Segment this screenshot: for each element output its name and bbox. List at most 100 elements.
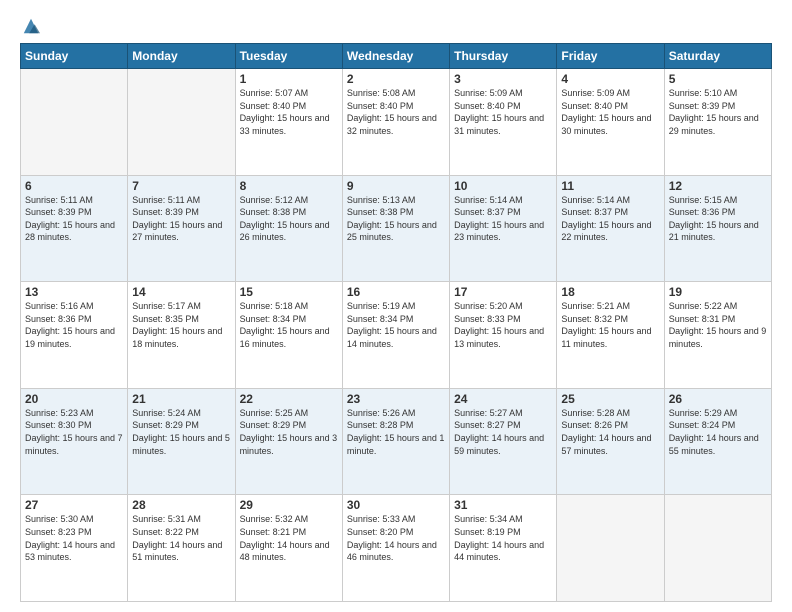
- cell-info: Sunrise: 5:25 AM Sunset: 8:29 PM Dayligh…: [240, 407, 338, 457]
- calendar-cell: 6Sunrise: 5:11 AM Sunset: 8:39 PM Daylig…: [21, 175, 128, 282]
- cell-info: Sunrise: 5:20 AM Sunset: 8:33 PM Dayligh…: [454, 300, 552, 350]
- calendar-cell: 31Sunrise: 5:34 AM Sunset: 8:19 PM Dayli…: [450, 495, 557, 602]
- calendar-cell: 20Sunrise: 5:23 AM Sunset: 8:30 PM Dayli…: [21, 388, 128, 495]
- calendar-header-monday: Monday: [128, 44, 235, 69]
- day-number: 13: [25, 285, 123, 299]
- calendar-cell: 15Sunrise: 5:18 AM Sunset: 8:34 PM Dayli…: [235, 282, 342, 389]
- day-number: 12: [669, 179, 767, 193]
- page: SundayMondayTuesdayWednesdayThursdayFrid…: [0, 0, 792, 612]
- day-number: 30: [347, 498, 445, 512]
- day-number: 15: [240, 285, 338, 299]
- calendar-cell: 21Sunrise: 5:24 AM Sunset: 8:29 PM Dayli…: [128, 388, 235, 495]
- calendar-cell: 14Sunrise: 5:17 AM Sunset: 8:35 PM Dayli…: [128, 282, 235, 389]
- calendar-cell: 5Sunrise: 5:10 AM Sunset: 8:39 PM Daylig…: [664, 69, 771, 176]
- cell-info: Sunrise: 5:15 AM Sunset: 8:36 PM Dayligh…: [669, 194, 767, 244]
- calendar-cell: 18Sunrise: 5:21 AM Sunset: 8:32 PM Dayli…: [557, 282, 664, 389]
- day-number: 6: [25, 179, 123, 193]
- calendar-week-5: 27Sunrise: 5:30 AM Sunset: 8:23 PM Dayli…: [21, 495, 772, 602]
- calendar-header-tuesday: Tuesday: [235, 44, 342, 69]
- day-number: 1: [240, 72, 338, 86]
- day-number: 21: [132, 392, 230, 406]
- calendar-cell: 9Sunrise: 5:13 AM Sunset: 8:38 PM Daylig…: [342, 175, 449, 282]
- day-number: 16: [347, 285, 445, 299]
- calendar-header-sunday: Sunday: [21, 44, 128, 69]
- cell-info: Sunrise: 5:16 AM Sunset: 8:36 PM Dayligh…: [25, 300, 123, 350]
- cell-info: Sunrise: 5:12 AM Sunset: 8:38 PM Dayligh…: [240, 194, 338, 244]
- day-number: 9: [347, 179, 445, 193]
- day-number: 28: [132, 498, 230, 512]
- day-number: 20: [25, 392, 123, 406]
- calendar-header-wednesday: Wednesday: [342, 44, 449, 69]
- calendar-cell: 24Sunrise: 5:27 AM Sunset: 8:27 PM Dayli…: [450, 388, 557, 495]
- cell-info: Sunrise: 5:14 AM Sunset: 8:37 PM Dayligh…: [454, 194, 552, 244]
- calendar-cell: 27Sunrise: 5:30 AM Sunset: 8:23 PM Dayli…: [21, 495, 128, 602]
- cell-info: Sunrise: 5:07 AM Sunset: 8:40 PM Dayligh…: [240, 87, 338, 137]
- header: [20, 15, 772, 35]
- cell-info: Sunrise: 5:29 AM Sunset: 8:24 PM Dayligh…: [669, 407, 767, 457]
- calendar-cell: 2Sunrise: 5:08 AM Sunset: 8:40 PM Daylig…: [342, 69, 449, 176]
- calendar-cell: 11Sunrise: 5:14 AM Sunset: 8:37 PM Dayli…: [557, 175, 664, 282]
- calendar-cell: 26Sunrise: 5:29 AM Sunset: 8:24 PM Dayli…: [664, 388, 771, 495]
- calendar-cell: 29Sunrise: 5:32 AM Sunset: 8:21 PM Dayli…: [235, 495, 342, 602]
- day-number: 31: [454, 498, 552, 512]
- cell-info: Sunrise: 5:11 AM Sunset: 8:39 PM Dayligh…: [25, 194, 123, 244]
- cell-info: Sunrise: 5:21 AM Sunset: 8:32 PM Dayligh…: [561, 300, 659, 350]
- cell-info: Sunrise: 5:22 AM Sunset: 8:31 PM Dayligh…: [669, 300, 767, 350]
- calendar-header-row: SundayMondayTuesdayWednesdayThursdayFrid…: [21, 44, 772, 69]
- calendar-cell: 28Sunrise: 5:31 AM Sunset: 8:22 PM Dayli…: [128, 495, 235, 602]
- cell-info: Sunrise: 5:28 AM Sunset: 8:26 PM Dayligh…: [561, 407, 659, 457]
- calendar-table: SundayMondayTuesdayWednesdayThursdayFrid…: [20, 43, 772, 602]
- day-number: 7: [132, 179, 230, 193]
- calendar-week-1: 1Sunrise: 5:07 AM Sunset: 8:40 PM Daylig…: [21, 69, 772, 176]
- calendar-cell: [664, 495, 771, 602]
- cell-info: Sunrise: 5:34 AM Sunset: 8:19 PM Dayligh…: [454, 513, 552, 563]
- calendar-cell: 1Sunrise: 5:07 AM Sunset: 8:40 PM Daylig…: [235, 69, 342, 176]
- calendar-header-saturday: Saturday: [664, 44, 771, 69]
- day-number: 18: [561, 285, 659, 299]
- day-number: 2: [347, 72, 445, 86]
- calendar-cell: 16Sunrise: 5:19 AM Sunset: 8:34 PM Dayli…: [342, 282, 449, 389]
- calendar-week-3: 13Sunrise: 5:16 AM Sunset: 8:36 PM Dayli…: [21, 282, 772, 389]
- day-number: 19: [669, 285, 767, 299]
- cell-info: Sunrise: 5:24 AM Sunset: 8:29 PM Dayligh…: [132, 407, 230, 457]
- day-number: 3: [454, 72, 552, 86]
- calendar-cell: 23Sunrise: 5:26 AM Sunset: 8:28 PM Dayli…: [342, 388, 449, 495]
- calendar-cell: 25Sunrise: 5:28 AM Sunset: 8:26 PM Dayli…: [557, 388, 664, 495]
- cell-info: Sunrise: 5:11 AM Sunset: 8:39 PM Dayligh…: [132, 194, 230, 244]
- calendar-week-4: 20Sunrise: 5:23 AM Sunset: 8:30 PM Dayli…: [21, 388, 772, 495]
- cell-info: Sunrise: 5:23 AM Sunset: 8:30 PM Dayligh…: [25, 407, 123, 457]
- calendar-cell: 19Sunrise: 5:22 AM Sunset: 8:31 PM Dayli…: [664, 282, 771, 389]
- calendar-cell: 17Sunrise: 5:20 AM Sunset: 8:33 PM Dayli…: [450, 282, 557, 389]
- calendar-cell: 3Sunrise: 5:09 AM Sunset: 8:40 PM Daylig…: [450, 69, 557, 176]
- calendar-cell: 10Sunrise: 5:14 AM Sunset: 8:37 PM Dayli…: [450, 175, 557, 282]
- calendar-cell: [557, 495, 664, 602]
- cell-info: Sunrise: 5:10 AM Sunset: 8:39 PM Dayligh…: [669, 87, 767, 137]
- cell-info: Sunrise: 5:26 AM Sunset: 8:28 PM Dayligh…: [347, 407, 445, 457]
- day-number: 29: [240, 498, 338, 512]
- day-number: 24: [454, 392, 552, 406]
- day-number: 14: [132, 285, 230, 299]
- day-number: 8: [240, 179, 338, 193]
- day-number: 25: [561, 392, 659, 406]
- cell-info: Sunrise: 5:09 AM Sunset: 8:40 PM Dayligh…: [561, 87, 659, 137]
- calendar-cell: [21, 69, 128, 176]
- day-number: 17: [454, 285, 552, 299]
- calendar-cell: 12Sunrise: 5:15 AM Sunset: 8:36 PM Dayli…: [664, 175, 771, 282]
- calendar-cell: 7Sunrise: 5:11 AM Sunset: 8:39 PM Daylig…: [128, 175, 235, 282]
- cell-info: Sunrise: 5:08 AM Sunset: 8:40 PM Dayligh…: [347, 87, 445, 137]
- calendar-cell: [128, 69, 235, 176]
- calendar-cell: 30Sunrise: 5:33 AM Sunset: 8:20 PM Dayli…: [342, 495, 449, 602]
- cell-info: Sunrise: 5:18 AM Sunset: 8:34 PM Dayligh…: [240, 300, 338, 350]
- calendar-header-friday: Friday: [557, 44, 664, 69]
- logo: [20, 15, 40, 35]
- day-number: 27: [25, 498, 123, 512]
- day-number: 4: [561, 72, 659, 86]
- cell-info: Sunrise: 5:13 AM Sunset: 8:38 PM Dayligh…: [347, 194, 445, 244]
- day-number: 5: [669, 72, 767, 86]
- day-number: 22: [240, 392, 338, 406]
- day-number: 11: [561, 179, 659, 193]
- cell-info: Sunrise: 5:27 AM Sunset: 8:27 PM Dayligh…: [454, 407, 552, 457]
- day-number: 10: [454, 179, 552, 193]
- cell-info: Sunrise: 5:17 AM Sunset: 8:35 PM Dayligh…: [132, 300, 230, 350]
- cell-info: Sunrise: 5:30 AM Sunset: 8:23 PM Dayligh…: [25, 513, 123, 563]
